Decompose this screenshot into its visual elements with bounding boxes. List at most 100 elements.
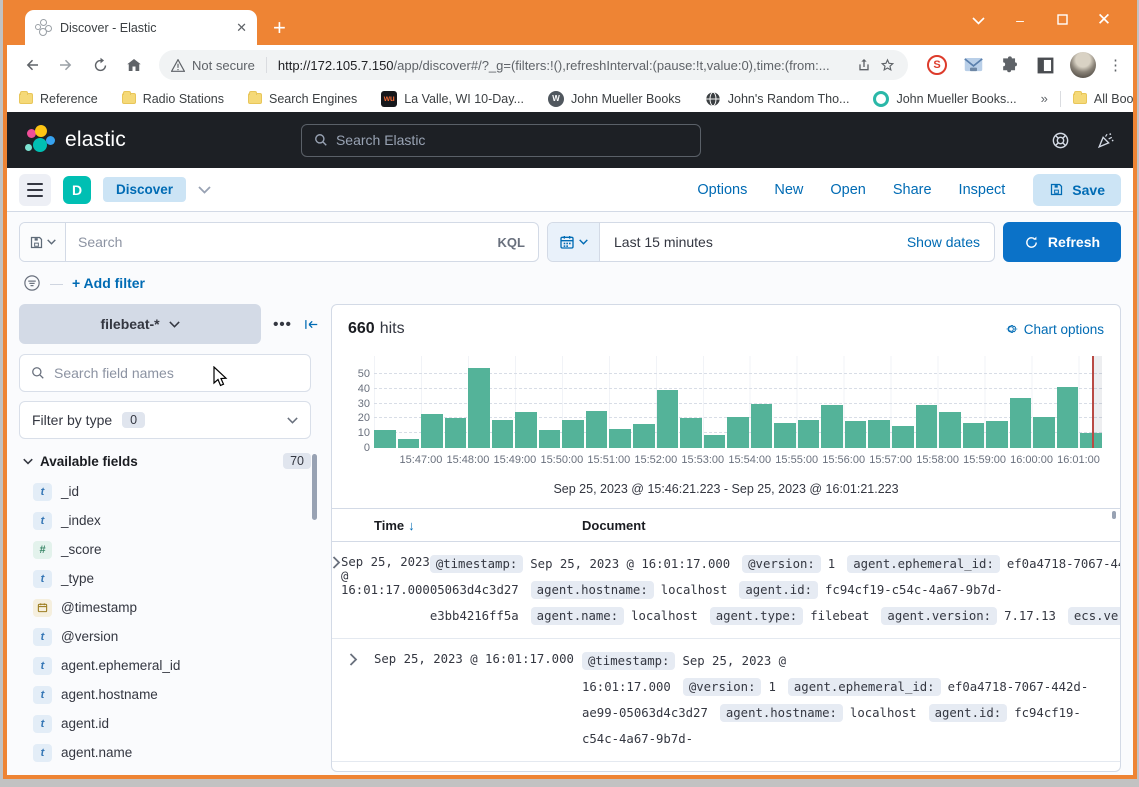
histogram-bar[interactable] bbox=[916, 405, 938, 448]
histogram-bar[interactable] bbox=[421, 414, 443, 448]
histogram-bar[interactable] bbox=[492, 420, 514, 448]
histogram-bar[interactable] bbox=[562, 420, 584, 448]
field-value[interactable]: localhost bbox=[631, 609, 698, 623]
histogram-bar[interactable] bbox=[374, 430, 396, 448]
whats-new-party-icon[interactable] bbox=[1096, 131, 1115, 150]
histogram-bar[interactable] bbox=[539, 430, 561, 448]
window-maximize-button[interactable] bbox=[1041, 12, 1083, 28]
field-item[interactable]: t_type bbox=[19, 564, 319, 593]
nav-link-options[interactable]: Options bbox=[697, 182, 747, 198]
histogram-bar[interactable] bbox=[633, 424, 655, 448]
bookmark-item[interactable]: Search Engines bbox=[248, 92, 357, 106]
field-value[interactable]: 1 bbox=[828, 557, 835, 571]
field-name-badge[interactable]: agent.hostname: bbox=[531, 581, 654, 599]
index-pattern-options-icon[interactable]: ••• bbox=[273, 316, 292, 333]
nav-link-new[interactable]: New bbox=[774, 182, 803, 198]
field-item[interactable]: tagent.id bbox=[19, 709, 319, 738]
chart-options-button[interactable]: Chart options bbox=[1004, 322, 1104, 337]
histogram-bar[interactable] bbox=[939, 412, 961, 448]
field-name-badge[interactable]: @version: bbox=[683, 678, 762, 696]
collapse-sidebar-icon[interactable] bbox=[304, 318, 319, 331]
field-name-badge[interactable]: agent.id: bbox=[929, 704, 1008, 722]
expand-row-chevron-icon[interactable] bbox=[332, 551, 341, 629]
histogram-bar[interactable] bbox=[515, 412, 537, 448]
histogram-bar[interactable] bbox=[704, 435, 726, 448]
address-bar[interactable]: Not secure http://172.105.7.150/app/disc… bbox=[159, 50, 908, 80]
field-value[interactable]: Sep 25, 2023 @ 16:01:17.000 bbox=[530, 557, 730, 571]
bookmark-item[interactable]: Reference bbox=[19, 92, 98, 106]
window-menu-chevron-icon[interactable] bbox=[957, 12, 999, 28]
histogram-bar[interactable] bbox=[798, 420, 820, 448]
date-quick-select-button[interactable] bbox=[548, 223, 600, 261]
extensions-puzzle-icon[interactable] bbox=[996, 52, 1022, 78]
histogram-bar[interactable] bbox=[1057, 387, 1079, 448]
reload-button[interactable] bbox=[85, 50, 115, 80]
browser-tab[interactable]: Discover - Elastic ✕ bbox=[25, 10, 257, 45]
window-minimize-button[interactable]: – bbox=[999, 12, 1041, 28]
time-range-value[interactable]: Last 15 minutes bbox=[600, 234, 893, 250]
field-name-badge[interactable]: @version: bbox=[742, 555, 821, 573]
histogram-bar[interactable] bbox=[1010, 398, 1032, 448]
time-column-header[interactable]: Time↓ bbox=[374, 518, 582, 533]
sidebar-scrollbar-thumb[interactable] bbox=[312, 454, 317, 520]
nav-link-share[interactable]: Share bbox=[893, 182, 932, 198]
histogram-bar[interactable] bbox=[892, 426, 914, 448]
menu-hamburger-button[interactable] bbox=[19, 174, 51, 206]
field-name-badge[interactable]: @timestamp: bbox=[582, 652, 675, 670]
field-item[interactable]: t_index bbox=[19, 506, 319, 535]
field-item[interactable]: t_id bbox=[19, 477, 319, 506]
side-panel-icon[interactable] bbox=[1032, 52, 1058, 78]
bookmark-item[interactable]: WJohn Mueller Books bbox=[548, 91, 681, 107]
histogram-bar[interactable] bbox=[868, 420, 890, 448]
field-name-badge[interactable]: agent.ephemeral_id: bbox=[788, 678, 941, 696]
histogram-bar[interactable] bbox=[774, 423, 796, 448]
bookmarks-overflow-chevron[interactable]: » bbox=[1041, 91, 1048, 106]
field-name-badge[interactable]: ecs.version: bbox=[1068, 607, 1121, 625]
table-scrollbar-thumb[interactable] bbox=[1112, 511, 1116, 519]
field-item[interactable]: tagent.name bbox=[19, 738, 319, 767]
field-item[interactable]: @timestamp bbox=[19, 593, 319, 622]
nav-link-open[interactable]: Open bbox=[830, 182, 865, 198]
save-button[interactable]: Save bbox=[1033, 174, 1121, 206]
bookmark-star-icon[interactable] bbox=[879, 57, 896, 74]
back-button[interactable] bbox=[17, 50, 47, 80]
help-lifebuoy-icon[interactable] bbox=[1051, 131, 1070, 150]
search-query-input[interactable]: Search bbox=[66, 234, 485, 250]
field-name-badge[interactable]: agent.ephemeral_id: bbox=[847, 555, 1000, 573]
saved-query-menu-button[interactable] bbox=[20, 223, 66, 261]
histogram-bar[interactable] bbox=[751, 404, 773, 448]
field-item[interactable]: tagent.ephemeral_id bbox=[19, 651, 319, 680]
filter-icon[interactable] bbox=[23, 274, 41, 292]
histogram-bar[interactable] bbox=[1033, 417, 1055, 448]
elastic-logo-icon[interactable] bbox=[25, 125, 55, 155]
index-pattern-selector[interactable]: filebeat-* bbox=[19, 304, 261, 344]
histogram-bar[interactable] bbox=[609, 429, 631, 448]
all-bookmarks-button[interactable]: All Bookmarks bbox=[1073, 92, 1137, 106]
field-name-badge[interactable]: agent.name: bbox=[531, 607, 624, 625]
histogram-bar[interactable] bbox=[986, 421, 1008, 448]
histogram-bar[interactable] bbox=[398, 439, 420, 448]
sort-descending-icon[interactable]: ↓ bbox=[408, 518, 415, 533]
histogram-bar[interactable] bbox=[727, 417, 749, 448]
profile-avatar[interactable] bbox=[1070, 52, 1096, 78]
browser-menu-icon[interactable]: ⋮ bbox=[1108, 56, 1123, 74]
histogram-bar[interactable] bbox=[821, 405, 843, 448]
histogram-bar[interactable] bbox=[963, 423, 985, 448]
available-fields-header[interactable]: Available fields 70 bbox=[19, 453, 311, 469]
histogram-bar[interactable] bbox=[445, 418, 467, 448]
field-name-badge[interactable]: agent.version: bbox=[881, 607, 997, 625]
add-filter-button[interactable]: + Add filter bbox=[72, 275, 145, 291]
field-name-badge[interactable]: @timestamp: bbox=[430, 555, 523, 573]
breadcrumb-chevron-icon[interactable] bbox=[198, 186, 211, 194]
refresh-button[interactable]: Refresh bbox=[1003, 222, 1121, 262]
tab-close-icon[interactable]: ✕ bbox=[236, 20, 247, 36]
field-item[interactable]: #_score bbox=[19, 535, 319, 564]
extension-s-icon[interactable]: S bbox=[924, 52, 950, 78]
histogram-bar[interactable] bbox=[586, 411, 608, 448]
kql-language-button[interactable]: KQL bbox=[485, 235, 538, 250]
field-value[interactable]: filebeat bbox=[810, 609, 869, 623]
bookmark-item[interactable]: wuLa Valle, WI 10-Day... bbox=[381, 91, 524, 107]
elastic-search-input[interactable]: Search Elastic bbox=[301, 124, 701, 157]
forward-button[interactable] bbox=[51, 50, 81, 80]
extension-mail-icon[interactable] bbox=[960, 52, 986, 78]
